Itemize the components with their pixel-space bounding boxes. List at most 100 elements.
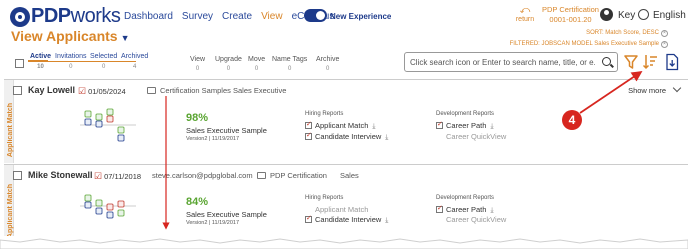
report-career-path[interactable]: Career Path⤓ xyxy=(436,120,494,131)
logo-text-bold: PDP xyxy=(31,5,71,27)
action-upgrade[interactable]: Upgrade 0 xyxy=(215,56,242,72)
search-input[interactable] xyxy=(410,56,595,69)
caret-down-icon: ▼ xyxy=(120,33,130,43)
user-name[interactable]: Key xyxy=(618,10,635,21)
hiring-reports-heading: Hiring Reports xyxy=(305,111,344,117)
match-score: 98% xyxy=(186,112,209,124)
download-icon[interactable]: ⤓ xyxy=(385,217,388,225)
sort-text: SORT: Match Score, DESC xyxy=(586,30,659,36)
report-checkbox[interactable] xyxy=(305,131,312,140)
action-move[interactable]: Move 0 xyxy=(248,56,265,72)
profile-graph-thumbnail[interactable] xyxy=(78,190,138,230)
model-version: Version2 | 11/19/2017 xyxy=(186,220,240,226)
action-archive[interactable]: Archive 0 xyxy=(316,56,339,72)
tab-label: Archived xyxy=(121,53,149,60)
applicant-card: Applicant Match Kay Lowell ☑ 01/05/2024 C… xyxy=(4,79,688,163)
tab-label: Selected xyxy=(90,53,118,60)
tab-count: 4 xyxy=(132,64,137,70)
sort-icon[interactable] xyxy=(642,53,658,71)
date-text: 07/11/2018 xyxy=(104,172,142,181)
profile-graph-thumbnail[interactable] xyxy=(78,105,138,145)
logo-text-light: works xyxy=(70,5,121,27)
download-icon[interactable]: ⤓ xyxy=(372,123,375,131)
show-more-label: Show more xyxy=(628,86,666,95)
download-icon[interactable]: ⤓ xyxy=(385,134,388,142)
show-more-button[interactable]: Show more xyxy=(628,83,682,95)
chevron-down-icon xyxy=(672,83,682,93)
language-select[interactable]: English xyxy=(653,10,686,21)
action-label: Upgrade xyxy=(215,56,242,63)
report-checkbox[interactable] xyxy=(436,120,443,129)
new-experience-toggle[interactable] xyxy=(304,9,327,22)
return-button[interactable]: ⤺ return xyxy=(515,5,535,23)
applicant-title: Sales xyxy=(340,171,359,180)
report-applicant-match[interactable]: Applicant Match⤓ xyxy=(305,120,375,131)
action-view[interactable]: View 0 xyxy=(190,56,205,72)
report-label: Career Path xyxy=(446,121,487,130)
tab-label: Active xyxy=(30,53,52,60)
search-icon[interactable] xyxy=(602,57,611,66)
globe-icon[interactable] xyxy=(638,9,649,20)
report-career-quickview[interactable]: Career QuickView xyxy=(446,215,506,224)
return-arrow-icon: ⤺ xyxy=(519,5,531,16)
action-name-tags[interactable]: Name Tags 0 xyxy=(272,56,307,72)
job-model: Sales Executive Sample xyxy=(186,210,267,219)
clear-sort-icon[interactable]: × xyxy=(661,30,668,37)
download-icon[interactable]: ⤓ xyxy=(490,207,493,215)
filter-icon[interactable] xyxy=(623,53,639,71)
nav-view[interactable]: View xyxy=(261,11,283,22)
job-model: Sales Executive Sample xyxy=(186,126,267,135)
filter-text: FILTERED: JOBSCAN MODEL Sales Executive … xyxy=(509,41,659,47)
report-checkbox[interactable] xyxy=(305,120,312,129)
sidebar-label: Applicant Match xyxy=(7,183,14,238)
report-candidate-interview[interactable]: Candidate Interview⤓ xyxy=(305,214,388,225)
torn-edge xyxy=(0,236,688,249)
applicant-email[interactable]: steve.carlson@pdpglobal.com xyxy=(152,171,253,180)
group-text: PDP Certification xyxy=(270,171,327,180)
applicant-checkbox[interactable] xyxy=(13,86,22,95)
checkmark-icon: ☑ xyxy=(94,171,103,181)
new-experience-label: New Experience xyxy=(330,12,392,21)
pdpworks-logo[interactable]: PDPworks xyxy=(10,5,121,28)
export-icon[interactable] xyxy=(664,53,680,71)
nav-dashboard[interactable]: Dashboard xyxy=(124,11,173,22)
report-candidate-interview[interactable]: Candidate Interview⤓ xyxy=(305,131,388,142)
applicant-group: Certification Samples xyxy=(147,86,231,95)
action-label: Move xyxy=(248,56,266,63)
development-reports-heading: Development Reports xyxy=(436,111,495,117)
search-box xyxy=(404,52,618,72)
report-label: Candidate Interview xyxy=(315,215,382,224)
cert-title: PDP Certification xyxy=(542,5,599,14)
report-applicant-match[interactable]: Applicant Match xyxy=(315,205,368,214)
page-title[interactable]: View Applicants ▼ xyxy=(11,28,130,44)
logo-icon xyxy=(10,6,30,27)
model-version: Version2 | 11/19/2017 xyxy=(186,136,240,142)
applicant-title: Sales Executive xyxy=(233,86,287,95)
download-icon[interactable]: ⤓ xyxy=(490,123,493,131)
tab-count: 10 xyxy=(37,64,44,70)
clear-filter-icon[interactable]: × xyxy=(661,41,668,48)
folder-icon xyxy=(147,87,156,94)
report-career-path[interactable]: Career Path⤓ xyxy=(436,204,494,215)
nav-create[interactable]: Create xyxy=(222,11,252,22)
cert-code: 0001-001.20 xyxy=(549,15,592,24)
callout-badge: 4 xyxy=(562,110,582,130)
applicant-name[interactable]: Mike Stonewall xyxy=(28,170,93,180)
report-checkbox[interactable] xyxy=(436,204,443,213)
filter-indicator: FILTERED: JOBSCAN MODEL Sales Executive … xyxy=(510,41,668,48)
group-text: Certification Samples xyxy=(160,86,231,95)
page-title-text: View Applicants xyxy=(11,28,118,44)
applicant-checkbox[interactable] xyxy=(13,171,22,180)
applicant-group: PDP Certification xyxy=(257,171,327,180)
applicant-name[interactable]: Kay Lowell xyxy=(28,85,75,95)
folder-icon xyxy=(257,172,266,179)
action-count: 0 xyxy=(326,66,330,72)
tab-count: 0 xyxy=(69,64,73,70)
nav-survey[interactable]: Survey xyxy=(182,11,213,22)
action-count: 0 xyxy=(287,66,292,72)
user-avatar-icon[interactable] xyxy=(600,8,613,21)
select-all-checkbox[interactable] xyxy=(15,59,24,68)
report-checkbox[interactable] xyxy=(305,214,312,223)
report-career-quickview[interactable]: Career QuickView xyxy=(446,132,506,141)
match-score: 84% xyxy=(186,196,209,208)
